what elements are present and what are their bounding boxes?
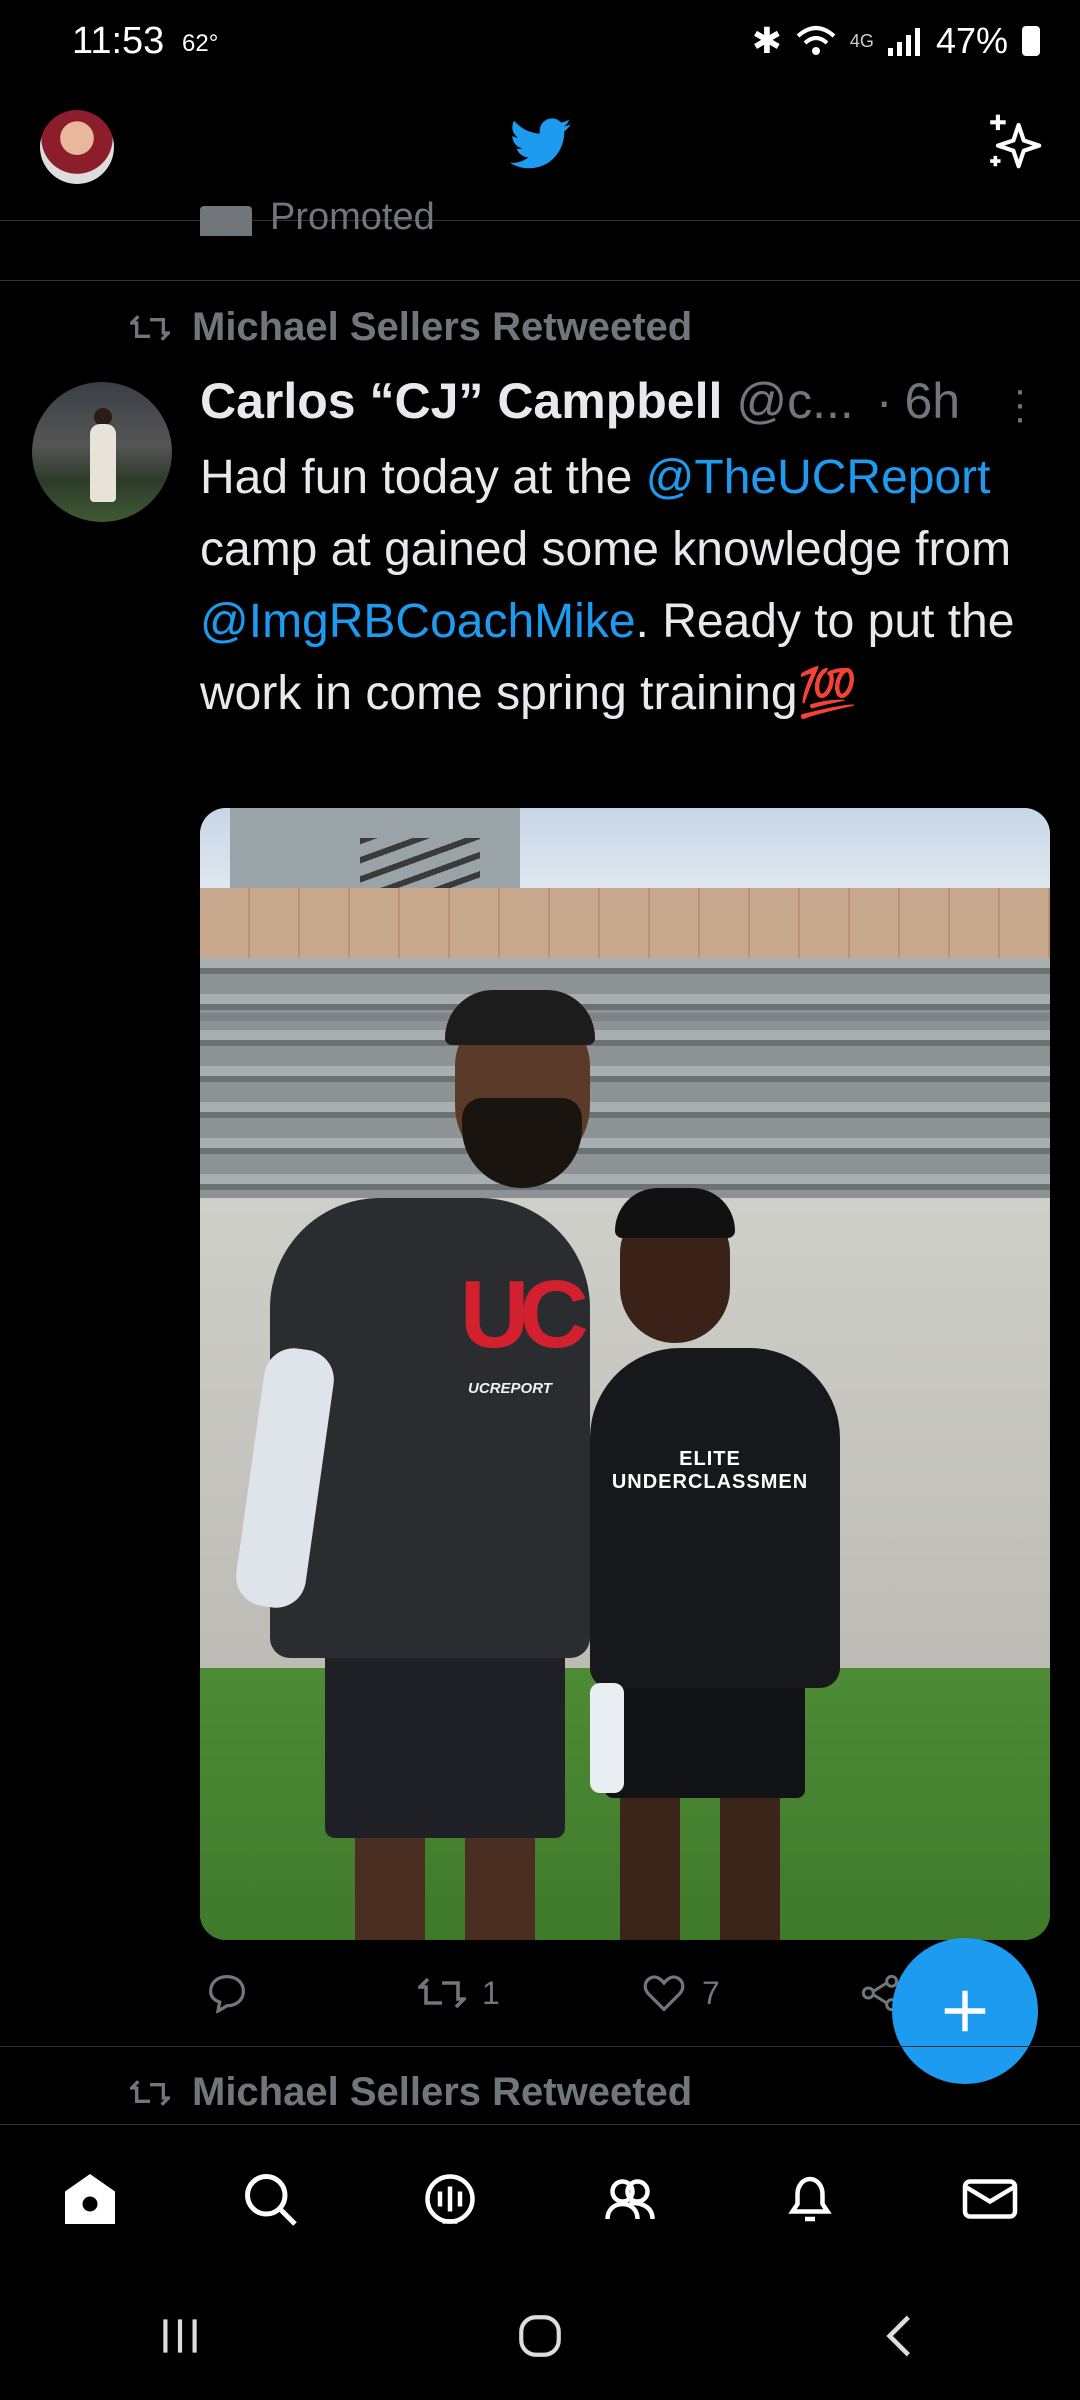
like-count: 7	[702, 1974, 720, 2011]
communities-icon	[605, 2179, 655, 2220]
bottom-nav	[0, 2124, 1080, 2273]
back-icon	[886, 2315, 910, 2357]
retweet-button[interactable]: 1	[418, 1975, 500, 2012]
status-time: 11:53	[72, 20, 165, 62]
kid-shirt-line1: ELITE	[679, 1448, 741, 1470]
tweet-header: Carlos “CJ” Campbell @c... · 6h	[200, 372, 1050, 430]
system-nav-bar	[0, 2272, 1080, 2400]
heart-icon	[643, 1975, 685, 2012]
spaces-icon	[425, 2174, 475, 2224]
plus-icon	[944, 1990, 986, 2032]
photo-uc-logo: UC	[460, 1261, 589, 1368]
reply-icon	[208, 1974, 246, 2013]
nav-communities[interactable]	[585, 2154, 675, 2244]
retweet-count: 1	[482, 1974, 500, 2011]
header-separator: ·	[875, 373, 893, 429]
home-circle-icon	[519, 2315, 561, 2357]
photo-coach-cap	[445, 990, 595, 1045]
network-type: 4G	[849, 30, 874, 51]
avatar-figure	[90, 424, 116, 502]
photo-railing	[200, 1013, 1050, 1021]
kid-shirt-line2: UNDERCLASSMEN	[611, 1471, 809, 1493]
tweet-time[interactable]: 6h	[904, 372, 960, 430]
search-icon	[245, 2174, 297, 2226]
nav-search[interactable]	[225, 2154, 315, 2244]
tweet-text-part: Had fun today at the	[200, 451, 646, 504]
home-icon	[65, 2174, 115, 2224]
envelope-icon	[962, 2179, 1018, 2219]
retweet-context[interactable]: Michael Sellers Retweeted	[130, 305, 692, 350]
compose-tweet-button[interactable]	[892, 1938, 1038, 2084]
photo-kid-leg	[720, 1788, 780, 1940]
nav-spaces[interactable]	[405, 2154, 495, 2244]
tweet-text[interactable]: Had fun today at the @TheUCReport camp a…	[200, 442, 1050, 730]
retweet-icon	[418, 1977, 466, 2009]
tweet-photo[interactable]: UC UCREPORT ELITE UNDERCLASSMEN	[200, 808, 1050, 1940]
recent-apps-button[interactable]	[135, 2291, 225, 2381]
back-button[interactable]	[855, 2291, 945, 2381]
mention-imgrbcoachmike[interactable]: @ImgRBCoachMike	[200, 595, 636, 648]
promoted-text: Promoted	[270, 196, 435, 236]
photo-kid-hair	[615, 1188, 735, 1238]
photo-kid-shirt-text: ELITE UNDERCLASSMEN	[605, 1448, 815, 1494]
profile-avatar[interactable]	[40, 110, 114, 184]
home-system-button[interactable]	[495, 2291, 585, 2381]
battery-percent: 47%	[935, 20, 1008, 61]
author-handle[interactable]: @c...	[736, 372, 853, 430]
tweet-text-part: camp at gained some knowledge from	[200, 523, 1012, 576]
bluetooth-icon: ✱	[751, 20, 782, 61]
retweet-context[interactable]: Michael Sellers Retweeted	[130, 2070, 692, 2115]
wifi-icon	[796, 26, 836, 55]
divider	[0, 2046, 1080, 2047]
more-options-icon[interactable]: · · ·	[1010, 370, 1030, 438]
retweeted-by-text: Michael Sellers Retweeted	[192, 2070, 693, 2114]
photo-kid-shirt	[590, 1348, 840, 1688]
author-name[interactable]: Carlos “CJ” Campbell	[200, 372, 722, 430]
nav-messages[interactable]	[945, 2154, 1035, 2244]
tweet-actions: 1 7	[200, 1968, 900, 2018]
status-bar: 11:53 62° ✱ 4G 47%	[0, 0, 1080, 90]
signal-icon	[887, 28, 920, 56]
reply-button[interactable]	[205, 1973, 249, 2013]
status-temperature: 62°	[182, 30, 219, 57]
bell-icon	[788, 2176, 832, 2222]
twitter-bird-icon[interactable]	[510, 118, 572, 170]
like-button[interactable]: 7	[642, 1973, 720, 2013]
nav-home[interactable]	[45, 2154, 135, 2244]
mention-theucreport[interactable]: @TheUCReport	[646, 451, 991, 504]
battery-icon	[1022, 26, 1040, 56]
sparkle-icon[interactable]	[985, 112, 1047, 174]
promoted-arrow-icon	[200, 206, 252, 236]
retweet-icon	[130, 314, 170, 341]
photo-bleachers	[200, 958, 1050, 1198]
promoted-label: Promoted	[200, 196, 435, 236]
retweeted-by-text: Michael Sellers Retweeted	[192, 305, 693, 349]
photo-kid-leg	[620, 1788, 680, 1940]
recent-apps-icon	[163, 2319, 197, 2353]
hundred-emoji: 💯	[797, 667, 858, 720]
divider	[0, 280, 1080, 281]
nav-notifications[interactable]	[765, 2154, 855, 2244]
author-avatar[interactable]	[32, 382, 172, 522]
photo-coach-shirt-text: UCREPORT	[468, 1380, 552, 1397]
photo-brick-wall	[200, 888, 1050, 968]
retweet-icon	[130, 2079, 170, 2106]
photo-water-bottle	[590, 1683, 624, 1793]
status-icons: ✱ 4G 47%	[752, 20, 1040, 62]
